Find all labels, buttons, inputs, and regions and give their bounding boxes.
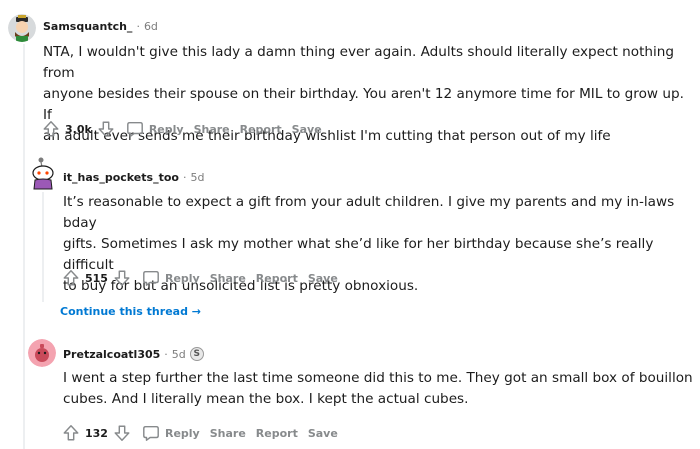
- avatar[interactable]: [28, 339, 56, 367]
- downvote-icon: [98, 121, 114, 137]
- avatar[interactable]: [28, 157, 58, 191]
- vote-score: 3.0k: [65, 122, 92, 136]
- comment-bubble-icon: [143, 425, 159, 441]
- comment-meta: it_has_pockets_too · 5d: [63, 171, 204, 184]
- thread-line-1[interactable]: [23, 44, 25, 449]
- vote-score: 132: [85, 426, 108, 440]
- body-line: cubes. And I literally mean the box. I k…: [63, 391, 469, 407]
- separator-dot: ·: [136, 20, 140, 33]
- report-button[interactable]: Report: [256, 272, 298, 285]
- upvote-icon: [63, 270, 79, 286]
- timestamp[interactable]: 6d: [144, 20, 158, 33]
- comment-actions: 132 Reply Share Report Save: [61, 423, 338, 443]
- username[interactable]: Pretzalcoatl305: [63, 348, 160, 361]
- separator-dot: ·: [182, 171, 187, 184]
- username[interactable]: it_has_pockets_too: [63, 171, 179, 184]
- reply-label: Reply: [164, 271, 200, 285]
- comment-meta: Pretzalcoatl305 · 5d S: [63, 347, 204, 361]
- comment-meta: Samsquantch_ · 6d: [43, 20, 158, 33]
- save-label: Save: [307, 271, 338, 285]
- save-label: Save: [291, 122, 322, 136]
- save-button[interactable]: Save: [292, 123, 322, 136]
- comment-body: I went a step further the last time some…: [63, 368, 693, 410]
- comment-actions: 515 Reply Share Report Save: [61, 268, 338, 288]
- thread-line-2[interactable]: [42, 192, 44, 302]
- downvote-button[interactable]: [112, 423, 132, 443]
- upvote-icon: [63, 425, 79, 441]
- timestamp[interactable]: 5d: [172, 348, 186, 361]
- reply-button[interactable]: Reply: [142, 269, 200, 287]
- share-label: Share: [209, 426, 246, 440]
- save-label: Save: [307, 426, 338, 440]
- upvote-button[interactable]: [41, 119, 61, 139]
- body-line: NTA, I wouldn't give this lady a damn th…: [43, 44, 675, 81]
- share-label: Share: [193, 122, 230, 136]
- reply-label: Reply: [164, 426, 200, 440]
- username[interactable]: Samsquantch_: [43, 20, 132, 33]
- award-icon[interactable]: S: [189, 347, 204, 361]
- upvote-icon: [43, 121, 59, 137]
- report-button[interactable]: Report: [240, 123, 282, 136]
- reply-label: Reply: [148, 122, 184, 136]
- body-line: I went a step further the last time some…: [63, 370, 693, 386]
- downvote-button[interactable]: [112, 268, 132, 288]
- share-button[interactable]: Share: [210, 427, 246, 440]
- report-label: Report: [255, 271, 298, 285]
- share-label: Share: [209, 271, 246, 285]
- upvote-button[interactable]: [61, 268, 81, 288]
- downvote-icon: [114, 425, 130, 441]
- continue-thread-link[interactable]: Continue this thread →: [60, 305, 201, 318]
- upvote-button[interactable]: [61, 423, 81, 443]
- arrow-right-icon: →: [191, 305, 202, 318]
- body-line: It’s reasonable to expect a gift from yo…: [63, 194, 675, 231]
- comment-bubble-icon: [143, 270, 159, 286]
- comment-bubble-icon: [126, 121, 143, 137]
- downvote-button[interactable]: [96, 119, 116, 139]
- separator-dot: ·: [164, 347, 168, 361]
- continue-thread-label: Continue this thread: [60, 305, 188, 318]
- downvote-icon: [114, 270, 130, 286]
- avatar[interactable]: [8, 14, 36, 42]
- save-button[interactable]: Save: [308, 272, 338, 285]
- reply-button[interactable]: Reply: [126, 120, 184, 138]
- share-button[interactable]: Share: [210, 272, 246, 285]
- save-button[interactable]: Save: [308, 427, 338, 440]
- report-button[interactable]: Report: [256, 427, 298, 440]
- report-label: Report: [239, 122, 282, 136]
- report-label: Report: [255, 426, 298, 440]
- vote-score: 515: [85, 271, 108, 285]
- timestamp[interactable]: 5d: [190, 171, 204, 184]
- comment-actions: 3.0k Reply Share Report Save: [41, 119, 322, 139]
- share-button[interactable]: Share: [194, 123, 230, 136]
- reply-button[interactable]: Reply: [142, 424, 200, 442]
